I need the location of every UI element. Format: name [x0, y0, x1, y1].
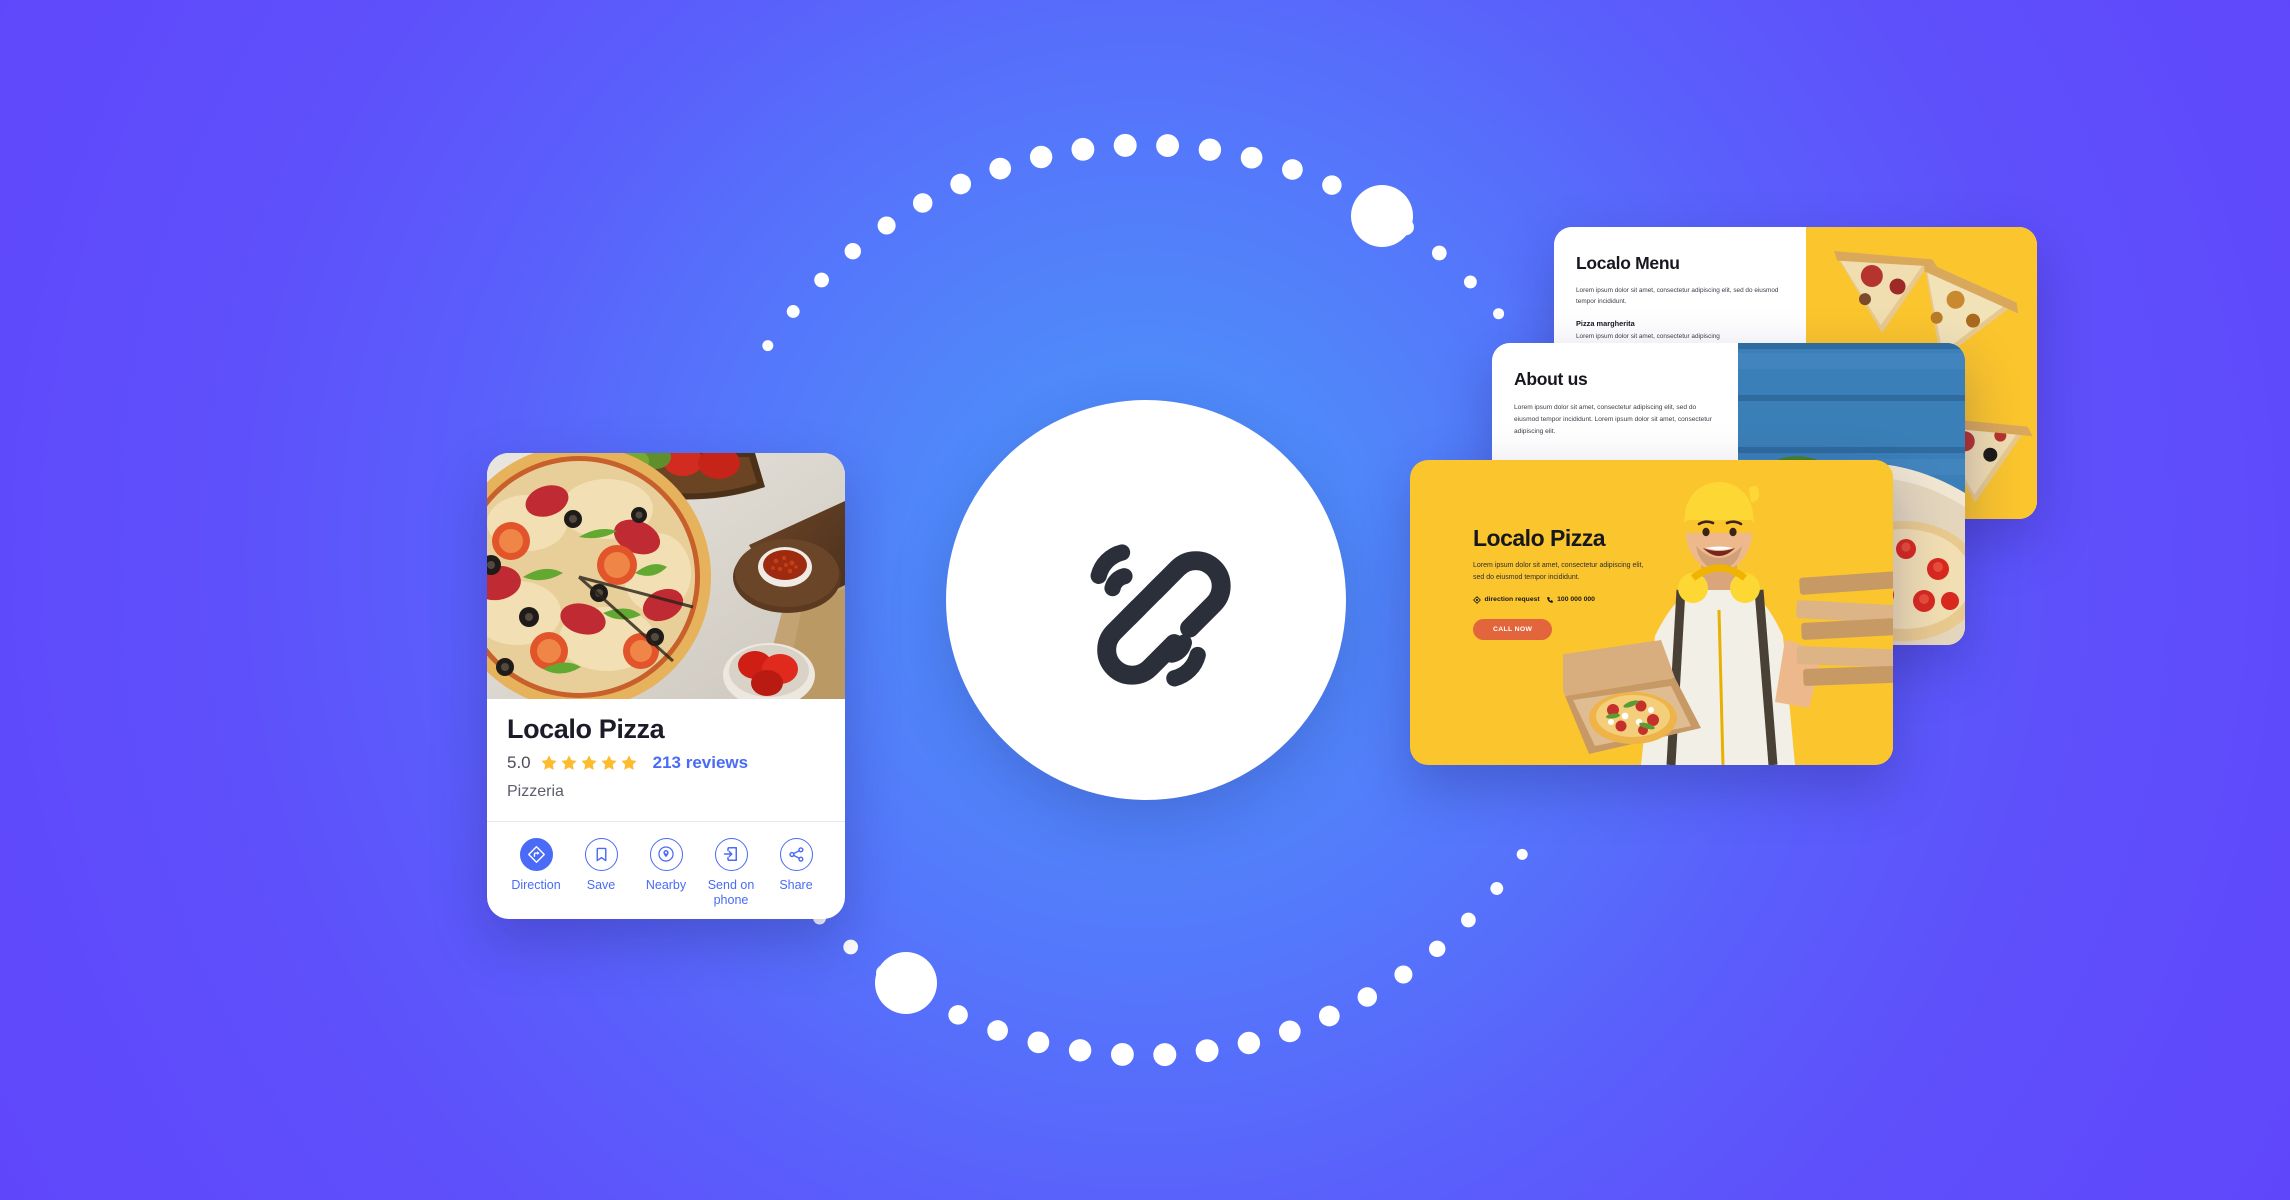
action-send-on-phone[interactable]: Send on phone [700, 837, 762, 909]
orbit-dot [1357, 987, 1378, 1007]
orbit-dot [1027, 1031, 1050, 1054]
illustration-stage: Localo Pizza 5.0 213 reviews Pizzeria Di… [0, 0, 2290, 1200]
hero-card-text: Localo Pizza Lorem ipsum dolor sit amet,… [1473, 526, 1648, 640]
orbit-dot [1153, 1043, 1177, 1067]
hero-direction-label: direction request [1484, 596, 1540, 604]
orbit-dot [1461, 912, 1476, 928]
orbit-dot [877, 216, 896, 235]
about-card-paragraph: Lorem ipsum dolor sit amet, consectetur … [1514, 404, 1712, 435]
star-rating [540, 754, 638, 772]
orbit-dot [1463, 275, 1477, 289]
menu-item-paragraph: Lorem ipsum dolor sit amet, consectetur … [1576, 333, 1720, 341]
call-now-button[interactable]: CALL NOW [1473, 618, 1553, 640]
star-icon [541, 755, 557, 770]
orbit-dot [987, 1020, 1008, 1041]
orbit-dot [1156, 134, 1180, 158]
action-direction[interactable]: Direction [505, 837, 567, 909]
orbit-dot [1493, 308, 1505, 320]
orbit-dot [876, 964, 893, 982]
orbit-dot [1360, 195, 1379, 214]
hero-direction-request[interactable]: direction request [1473, 595, 1540, 604]
orbit-dot [844, 242, 862, 260]
orbit-large-dot-bottom [875, 952, 937, 1014]
star-icon [561, 755, 577, 770]
orbit-dot [1198, 138, 1222, 161]
action-bar: Direction Save Nearby Send on phone Shar… [487, 822, 845, 909]
orbit-large-dot-top [1351, 185, 1413, 247]
orbit-dot [912, 193, 933, 213]
orbit-dot [1068, 1039, 1092, 1062]
map-pin-icon [649, 837, 683, 871]
orbit-dot [1278, 1020, 1301, 1043]
orbit-dot [1029, 145, 1053, 169]
hero-phone-number: 100 000 000 [1557, 596, 1595, 604]
star-icon [621, 755, 637, 770]
direction-diamond-icon [1473, 595, 1481, 604]
menu-card-title: Localo Menu [1576, 253, 1680, 273]
direction-arrow-icon [519, 837, 553, 871]
rating-row: 5.0 213 reviews [507, 753, 825, 773]
about-card-title: About us [1514, 369, 1588, 389]
orbit-dot [843, 939, 859, 955]
action-nearby[interactable]: Nearby [635, 837, 697, 909]
hero-card-paragraph: Lorem ipsum dolor sit amet, consectetur … [1473, 562, 1644, 582]
send-to-device-icon [714, 837, 748, 871]
orbit-dot [762, 340, 774, 352]
bookmark-icon [584, 837, 618, 871]
reviews-link[interactable]: 213 reviews [653, 753, 748, 773]
orbit-dot [950, 173, 972, 195]
action-label: Share [779, 877, 813, 892]
share-nodes-icon [779, 837, 813, 871]
hero-phone[interactable]: 100 000 000 [1546, 596, 1595, 604]
business-title: Localo Pizza [507, 714, 665, 744]
orbit-dot [1195, 1039, 1219, 1063]
orbit-dot [1394, 965, 1413, 984]
orbit-dot [1516, 848, 1528, 860]
orbit-dot [1240, 146, 1263, 169]
website-card-hero: Localo Pizza Lorem ipsum dolor sit amet,… [1410, 460, 1893, 765]
orbit-dot [1322, 175, 1342, 195]
orbit-dot [1318, 1005, 1340, 1027]
orbit-dot [814, 272, 829, 288]
action-label: Nearby [645, 877, 687, 892]
orbit-dot [786, 305, 800, 318]
hero-card-title: Localo Pizza [1473, 525, 1606, 551]
action-share[interactable]: Share [765, 837, 827, 909]
business-category: Pizzeria [507, 782, 564, 800]
menu-item-title: Pizza margherita [1576, 319, 1635, 329]
action-label: Save [586, 877, 616, 892]
hero-card-meta: direction request 100 000 000 [1473, 595, 1648, 604]
star-icon [601, 755, 617, 770]
star-icon [581, 755, 597, 770]
orbit-dot [948, 1005, 968, 1025]
orbit-dot [1431, 245, 1447, 261]
orbit-dot [989, 157, 1012, 180]
orbit-dot [1490, 882, 1504, 895]
business-profile-card: Localo Pizza 5.0 213 reviews Pizzeria Di… [487, 453, 845, 919]
business-photo [487, 453, 845, 699]
action-save[interactable]: Save [570, 837, 632, 909]
rating-score: 5.0 [507, 752, 531, 772]
menu-card-paragraph: Lorem ipsum dolor sit amet, consectetur … [1576, 287, 1779, 306]
orbit-dot [1237, 1031, 1261, 1055]
orbit-dot [1428, 940, 1446, 958]
orbit-dot [1071, 137, 1095, 161]
orbit-dot [1113, 133, 1137, 157]
action-label: Direction [511, 877, 561, 892]
orbit-dot [911, 986, 930, 1005]
chain-link-icon [1090, 544, 1231, 687]
orbit-dot [1282, 159, 1303, 180]
business-info: Localo Pizza 5.0 213 reviews Pizzeria [487, 699, 845, 821]
orbit-dot [1397, 218, 1414, 236]
phone-icon [1546, 596, 1553, 603]
link-badge [946, 400, 1346, 800]
orbit-dot [1110, 1042, 1134, 1066]
action-label: Send on phone [707, 877, 755, 908]
